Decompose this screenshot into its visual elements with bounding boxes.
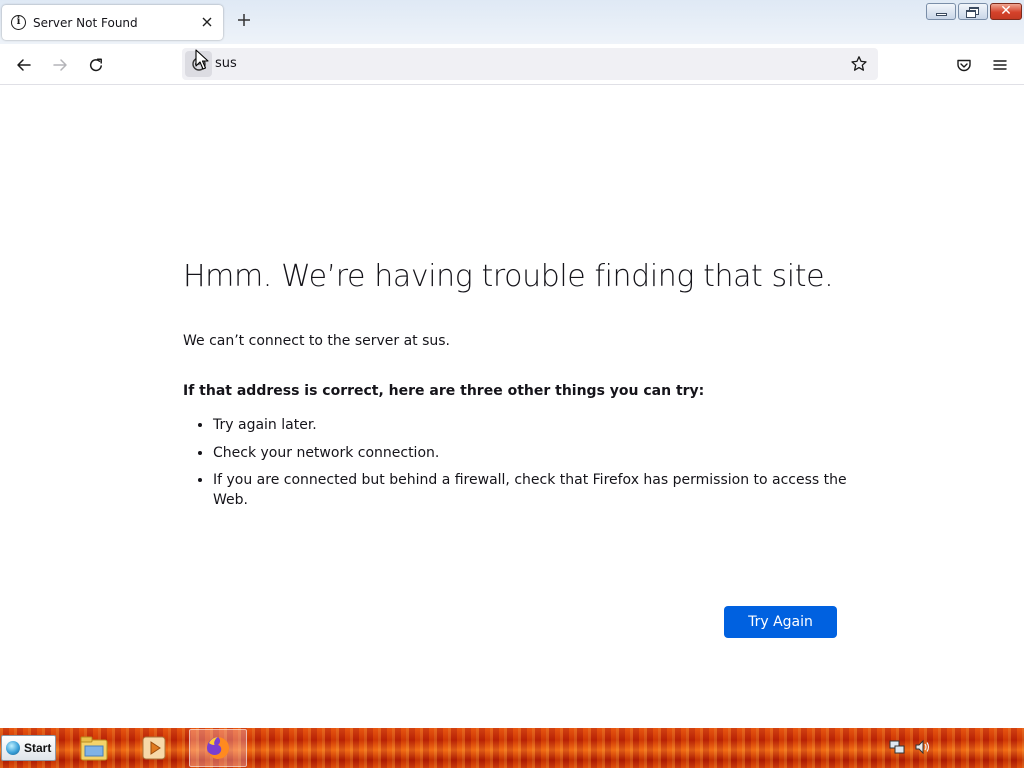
forward-button[interactable] [47, 52, 73, 78]
tab-close-button[interactable] [198, 14, 216, 32]
star-icon [851, 56, 867, 71]
suggestion-item: If you are connected but behind a firewa… [213, 470, 863, 510]
navigation-toolbar: sus [0, 44, 1024, 85]
minimize-button[interactable] [926, 3, 956, 20]
network-icon[interactable] [888, 738, 906, 756]
tab-server-not-found[interactable]: i Server Not Found [2, 5, 223, 40]
restore-button[interactable] [958, 3, 988, 20]
arrow-left-icon [17, 59, 31, 71]
url-bar[interactable]: sus [182, 48, 878, 80]
site-identity-button[interactable] [185, 51, 212, 77]
back-button[interactable] [11, 52, 37, 78]
close-icon [202, 17, 212, 26]
system-tray [888, 738, 932, 756]
firefox-icon [207, 736, 230, 759]
info-icon: i [11, 15, 26, 30]
pocket-button[interactable] [951, 52, 977, 78]
media-player-icon [142, 736, 166, 760]
app-menu-button[interactable] [987, 52, 1013, 78]
suggestions-list: Try again later. Check your network conn… [183, 415, 863, 510]
taskbar-media-player[interactable] [137, 732, 171, 764]
taskbar-file-explorer[interactable] [77, 732, 111, 764]
pocket-icon [957, 59, 971, 72]
taskbar-firefox[interactable] [201, 732, 235, 764]
try-again-button[interactable]: Try Again [724, 606, 837, 638]
arrow-right-icon [53, 59, 67, 71]
url-input[interactable]: sus [215, 48, 237, 80]
reload-button[interactable] [83, 52, 109, 78]
windows-logo-icon [6, 741, 20, 755]
reload-icon [89, 58, 102, 72]
start-label: Start [24, 741, 52, 755]
error-title: Hmm. We’re having trouble finding that s… [183, 259, 834, 294]
volume-icon[interactable] [914, 738, 932, 756]
suggestion-item: Try again later. [213, 415, 863, 435]
new-tab-button[interactable] [233, 10, 255, 32]
taskbar: Start [0, 728, 1024, 768]
error-description: We can’t connect to the server at sus. [183, 333, 451, 349]
error-page: Hmm. We’re having trouble finding that s… [0, 85, 1024, 728]
minimize-icon [936, 13, 947, 16]
file-explorer-icon [80, 736, 108, 761]
tab-title: Server Not Found [33, 15, 138, 30]
error-suggestions-heading: If that address is correct, here are thr… [183, 383, 705, 399]
hamburger-menu-icon [993, 60, 1007, 70]
tab-strip: i Server Not Found ✕ [0, 0, 1024, 44]
close-icon: ✕ [1000, 3, 1012, 19]
window-controls: ✕ [926, 3, 1022, 20]
bookmark-button[interactable] [846, 51, 872, 77]
window-close-button[interactable]: ✕ [990, 3, 1022, 20]
start-button[interactable]: Start [1, 735, 56, 761]
plus-icon [238, 14, 250, 26]
error-container: Hmm. We’re having trouble finding that s… [183, 257, 863, 638]
suggestion-item: Check your network connection. [213, 443, 863, 463]
page-icon [191, 57, 206, 71]
